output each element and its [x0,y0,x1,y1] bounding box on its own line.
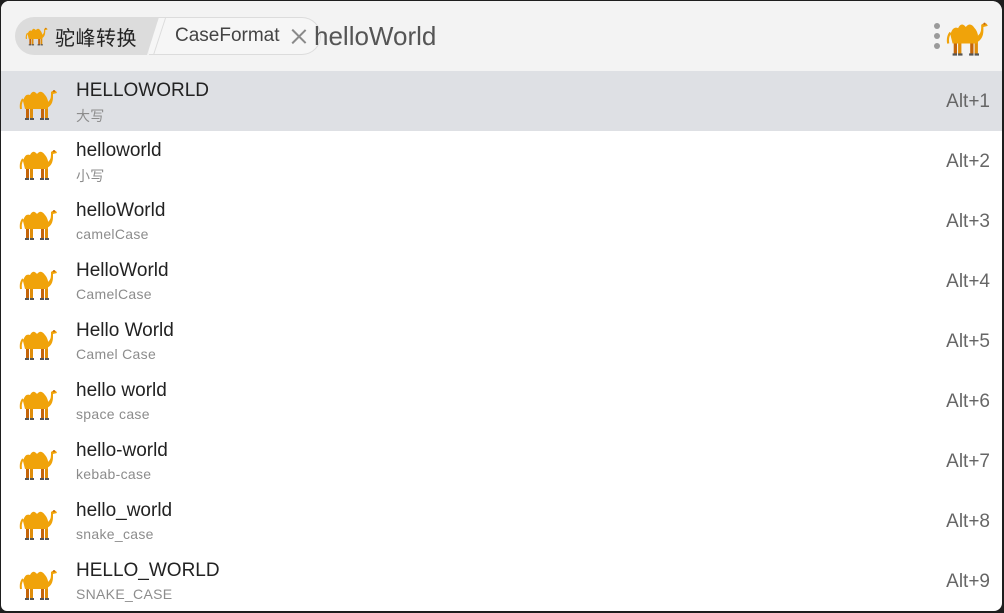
item-title: HelloWorld [76,260,169,281]
item-subtitle: snake_case [76,526,154,542]
camel-icon [19,327,59,361]
camel-icon [19,507,59,541]
item-shortcut: Alt+4 [946,271,990,292]
list-item[interactable]: hello world space case Alt+6 [1,371,1002,431]
camel-icon [19,147,59,181]
item-shortcut: Alt+6 [946,391,990,412]
list-item[interactable]: HelloWorld CamelCase Alt+4 [1,251,1002,311]
list-item[interactable]: HELLO_WORLD SNAKE_CASE Alt+9 [1,551,1002,611]
item-subtitle: 小写 [76,168,105,184]
item-title: HELLO_WORLD [76,560,220,581]
camel-logo-icon[interactable] [946,19,990,57]
context-tags: 驼峰转换 CaseFormat [15,16,321,56]
camel-icon [19,567,59,601]
camel-icon [19,387,59,421]
camel-icon [19,267,59,301]
feature-tag[interactable]: CaseFormat [149,17,321,55]
more-vertical-icon[interactable] [933,23,941,51]
plugin-tag[interactable]: 驼峰转换 [15,17,159,55]
list-item[interactable]: Hello World Camel Case Alt+5 [1,311,1002,371]
item-title: helloWorld [76,200,166,221]
item-shortcut: Alt+3 [946,211,990,232]
search-header: 驼峰转换 CaseFormat [1,1,1002,71]
camel-icon [19,207,59,241]
list-item[interactable]: helloworld 小写 Alt+2 [1,131,1002,191]
item-shortcut: Alt+1 [946,91,990,112]
item-title: helloworld [76,140,162,161]
item-subtitle: kebab-case [76,466,152,482]
item-title: hello-world [76,440,168,461]
camel-icon [19,87,59,121]
item-subtitle: SNAKE_CASE [76,586,173,602]
item-title: hello_world [76,500,173,521]
feature-tag-label: CaseFormat [175,25,280,46]
item-title: hello world [76,380,167,401]
item-subtitle: Camel Case [76,346,157,362]
plugin-tag-label: 驼峰转换 [55,27,137,50]
item-title: HELLOWORLD [76,80,210,101]
item-subtitle: CamelCase [76,286,152,302]
list-item[interactable]: hello_world snake_case Alt+8 [1,491,1002,551]
app-window: 驼峰转换 CaseFormat HELLOWORLD 大写 Alt+1 hell… [1,1,1002,611]
item-shortcut: Alt+2 [946,151,990,172]
camel-icon [25,26,49,46]
item-shortcut: Alt+5 [946,331,990,352]
item-shortcut: Alt+8 [946,511,990,532]
item-shortcut: Alt+7 [946,451,990,472]
result-list: HELLOWORLD 大写 Alt+1 helloworld 小写 Alt+2 … [1,71,1002,611]
list-item[interactable]: HELLOWORLD 大写 Alt+1 [1,71,1002,131]
search-input[interactable] [314,18,874,54]
item-shortcut: Alt+9 [946,571,990,592]
list-item[interactable]: hello-world kebab-case Alt+7 [1,431,1002,491]
item-subtitle: space case [76,406,150,422]
camel-icon [19,447,59,481]
close-icon[interactable] [290,27,308,45]
list-item[interactable]: helloWorld camelCase Alt+3 [1,191,1002,251]
item-title: Hello World [76,320,174,341]
item-subtitle: 大写 [76,108,105,124]
item-subtitle: camelCase [76,226,149,242]
